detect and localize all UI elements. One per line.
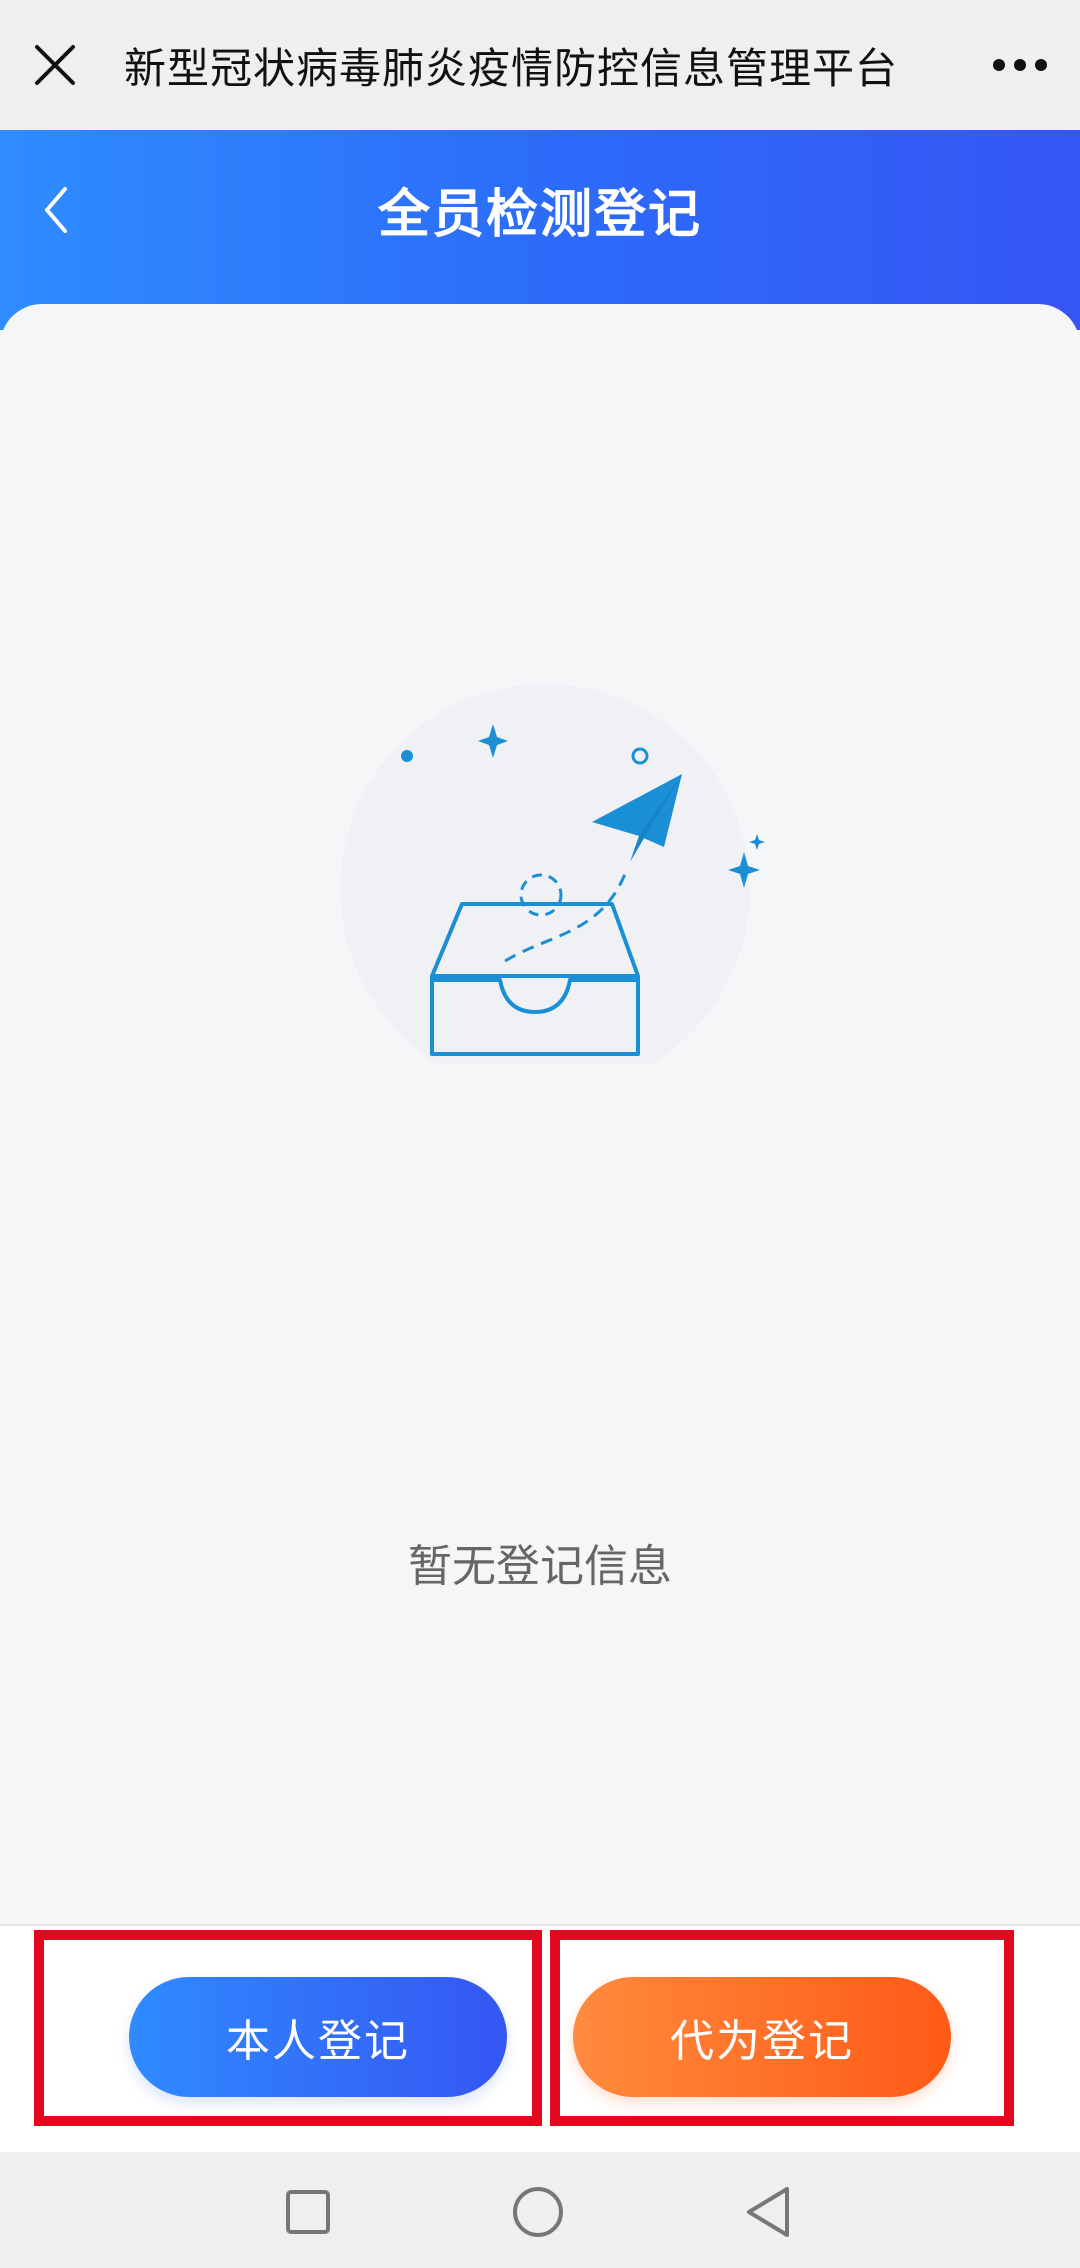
close-button[interactable] (0, 0, 110, 130)
home-button[interactable] (506, 2180, 570, 2244)
more-icon (993, 59, 1047, 71)
proxy-register-button[interactable]: 代为登记 (573, 1977, 951, 2097)
back-nav-button[interactable] (736, 2180, 800, 2244)
more-button[interactable] (990, 40, 1050, 90)
inbox-paper-plane-icon (340, 684, 765, 1064)
triangle-back-icon (747, 2187, 789, 2237)
app-title: 新型冠状病毒肺炎疫情防控信息管理平台 (124, 43, 899, 93)
recent-apps-button[interactable] (276, 2180, 340, 2244)
page-header: 全员检测登记 (0, 130, 1080, 330)
app-top-bar: 新型冠状病毒肺炎疫情防控信息管理平台 (0, 0, 1080, 130)
circle-icon (513, 2187, 563, 2237)
content-card: 暂无登记信息 (0, 304, 1080, 1924)
page-title: 全员检测登记 (377, 185, 702, 245)
empty-state-message: 暂无登记信息 (408, 1541, 672, 1592)
close-icon (35, 45, 75, 85)
self-register-button[interactable]: 本人登记 (129, 1977, 507, 2097)
system-navigation-bar (0, 2152, 1080, 2268)
square-icon (286, 2190, 330, 2234)
